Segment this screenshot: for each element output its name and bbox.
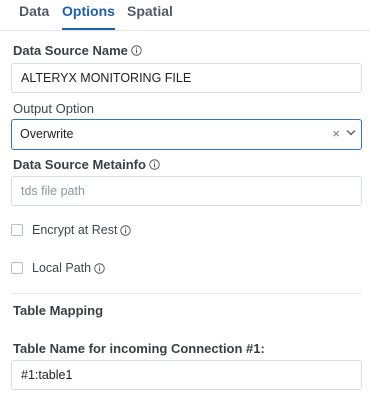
data-source-metainfo-input[interactable]: tds file path [11,176,362,206]
data-source-name-input[interactable]: ALTERYX MONITORING FILE [11,63,362,93]
chevron-down-icon[interactable] [346,129,356,136]
section-divider [11,293,362,294]
local-path-label-wrap: Local Path [32,261,105,275]
output-option-value: Overwrite [20,127,74,141]
info-icon[interactable] [131,45,142,56]
data-source-name-label: Data Source Name [13,43,142,58]
local-path-label: Local Path [32,261,92,275]
table-name-input[interactable]: #1:table1 [11,360,362,390]
data-source-metainfo-label: Data Source Metainfo [13,157,160,172]
options-panel: Data Options Spatial Data Source Name AL… [0,0,370,400]
info-icon[interactable] [94,262,105,274]
data-source-name-label-text: Data Source Name [13,43,128,58]
tab-spatial[interactable]: Spatial [127,0,173,30]
encrypt-at-rest-row[interactable]: Encrypt at Rest [11,223,132,237]
info-icon[interactable] [149,159,160,170]
local-path-row[interactable]: Local Path [11,261,105,275]
info-icon[interactable] [120,224,132,236]
encrypt-at-rest-checkbox[interactable] [11,224,23,236]
tab-data[interactable]: Data [19,0,49,30]
output-option-label: Output Option [13,101,94,116]
clear-icon[interactable]: × [332,120,340,148]
tab-bar: Data Options Spatial [0,0,370,31]
table-name-label: Table Name for incoming Connection #1: [13,341,265,356]
encrypt-at-rest-label: Encrypt at Rest [32,223,118,237]
data-source-metainfo-label-text: Data Source Metainfo [13,157,146,172]
tab-options[interactable]: Options [62,0,115,30]
output-option-label-text: Output Option [13,101,94,116]
local-path-checkbox[interactable] [11,262,23,274]
output-option-select[interactable]: Overwrite × [11,119,362,150]
encrypt-at-rest-label-wrap: Encrypt at Rest [32,223,132,237]
table-mapping-heading: Table Mapping [13,303,104,318]
